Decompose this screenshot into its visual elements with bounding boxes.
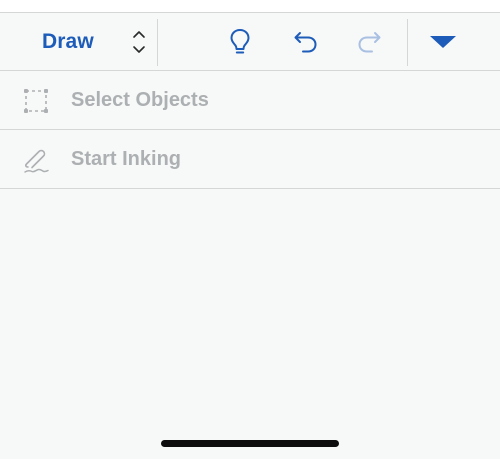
status-bar-area [0, 0, 500, 12]
start-inking-item[interactable]: Start Inking [0, 130, 500, 189]
redo-button[interactable] [344, 13, 394, 70]
select-objects-label: Select Objects [71, 89, 209, 111]
collapse-ribbon-button[interactable] [418, 13, 468, 70]
redo-icon [358, 31, 381, 52]
up-down-chevron-icon [133, 31, 145, 53]
ribbon-tab-picker[interactable]: Draw [0, 13, 158, 70]
selection-box-icon [24, 89, 48, 113]
ribbon-tab-label: Draw [42, 30, 94, 53]
toolbar-divider [157, 19, 158, 66]
caret-down-icon [430, 35, 456, 48]
start-inking-label: Start Inking [71, 148, 182, 170]
ribbon-toolbar: Draw [0, 12, 500, 71]
home-indicator[interactable] [161, 440, 339, 447]
lightbulb-icon [230, 28, 250, 53]
undo-button[interactable] [281, 13, 331, 70]
ink-pen-icon [24, 149, 49, 173]
toolbar-divider [407, 19, 408, 66]
tell-me-button[interactable] [215, 13, 265, 70]
select-objects-item[interactable]: Select Objects [0, 71, 500, 130]
undo-icon [294, 31, 317, 52]
